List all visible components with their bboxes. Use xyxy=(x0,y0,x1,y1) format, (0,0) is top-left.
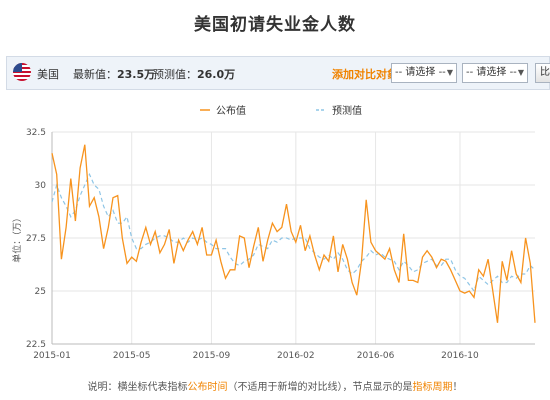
series-line-forecast xyxy=(51,172,536,293)
page-title: 美国初请失业金人数 xyxy=(194,15,356,35)
y-tick-label: 25 xyxy=(35,287,46,297)
legend-label-forecast: 预测值 xyxy=(332,104,362,117)
chart: 22.5 25 27.5 30 32.5 2015-01 2015-05 2015-09 201… xyxy=(11,104,536,361)
x-tick-label: 2015-09 xyxy=(193,351,231,361)
x-tick-label: 2016-06 xyxy=(357,351,395,361)
forecast-value-label: 预测值：26.0万 xyxy=(153,68,236,81)
us-flag-icon xyxy=(13,63,31,81)
compare-button[interactable]: 比较 xyxy=(535,63,550,83)
chevron-down-icon: ▼ xyxy=(517,68,524,77)
chevron-down-icon: ▼ xyxy=(446,68,453,77)
toolbar: 美国 最新值：23.5万 预测值：26.0万 添加对比对象： -- 请选择 --… xyxy=(6,56,550,90)
legend-label-actual: 公布值 xyxy=(216,104,246,117)
footnote: 说明：横坐标代表指标公布时间（不适用于新增的对比线），节点显示的是指标周期！ xyxy=(87,382,463,393)
country-label: 美国 xyxy=(37,68,59,81)
x-tick-label: 2015-01 xyxy=(33,351,71,361)
series-line-actual xyxy=(51,144,536,323)
y-tick-label: 30 xyxy=(35,181,47,191)
y-tick-label: 32.5 xyxy=(26,128,46,138)
latest-value-label: 最新值：23.5万 xyxy=(73,68,156,81)
compare-select-1[interactable]: -- 请选择 -- ▼ xyxy=(391,63,457,83)
latest-value: 23.5万 xyxy=(117,68,156,81)
y-tick-label: 27.5 xyxy=(26,234,46,244)
compare-select-2[interactable]: -- 请选择 -- ▼ xyxy=(462,63,528,83)
y-tick-label: 22.5 xyxy=(26,340,46,350)
forecast-value: 26.0万 xyxy=(197,68,236,81)
x-tick-label: 2015-05 xyxy=(113,351,151,361)
y-axis-label: 单位：（万） xyxy=(11,213,23,263)
x-tick-label: 2016-02 xyxy=(277,351,315,361)
x-tick-label: 2016-10 xyxy=(441,351,479,361)
